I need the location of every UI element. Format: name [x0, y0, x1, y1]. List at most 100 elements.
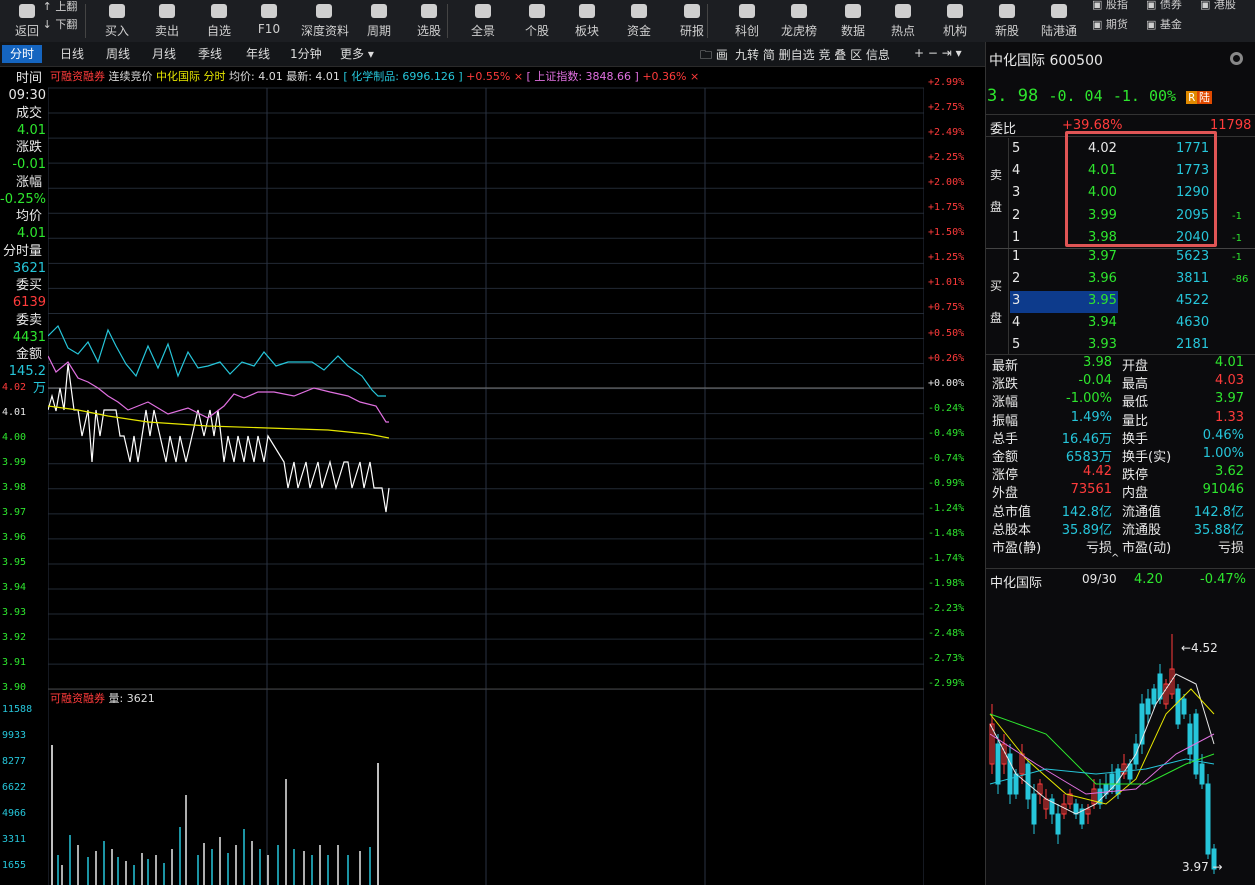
toolbar-building-button[interactable]: 机构: [932, 0, 978, 42]
toolbar-grid-button[interactable]: 全景: [460, 0, 506, 42]
page-down-button[interactable]: ↓ 下翻: [38, 18, 82, 38]
percent-tick: -1.24%: [928, 502, 965, 514]
toolbar-bar-chart-button[interactable]: 龙虎榜: [776, 0, 822, 42]
toolbar-label: 陆港通: [1040, 24, 1077, 38]
stat-value: 1.49%: [1070, 409, 1112, 425]
toolbar-label: 深度资料: [301, 24, 350, 38]
toolbar-filter-button[interactable]: 选股: [406, 0, 452, 42]
mini-high-label: ←4.52: [1181, 641, 1218, 655]
stat-label: 开盘: [1122, 359, 1149, 374]
level-index: 3: [1012, 185, 1021, 201]
grid-icon: [475, 4, 491, 18]
toolbar-hk-connect-button[interactable]: 陆港通: [1036, 0, 1082, 42]
buy-level-1[interactable]: 1 3.97 5623 -1: [986, 247, 1255, 269]
market-3-button[interactable]: ▣ 期货: [1092, 16, 1128, 34]
toolbar-yen-button[interactable]: 资金: [616, 0, 662, 42]
tab-period-3[interactable]: 月线: [144, 45, 184, 63]
candle-body: [1073, 803, 1079, 815]
candle-icon: [529, 4, 545, 18]
buy-level-2[interactable]: 2 3.96 3811 -86: [986, 269, 1255, 291]
chart-tools-bar[interactable]: 九转 简 删自选 竞 叠 区 信息: [735, 46, 890, 63]
stat-label: 跌停: [1122, 468, 1149, 484]
sell-icon: [159, 4, 175, 18]
stat-label: 市盈(静): [992, 541, 1042, 556]
buy-level-4[interactable]: 4 3.94 4630: [986, 313, 1255, 335]
stat-value: 91046: [1202, 482, 1244, 498]
market-4-button[interactable]: ▣ 基金: [1146, 16, 1182, 34]
percent-tick: -1.48%: [928, 527, 965, 539]
hk-connect-icon: [1051, 4, 1067, 18]
volume-tick: 11588: [2, 704, 33, 715]
tab-period-1[interactable]: 日线: [52, 45, 92, 63]
toolbar-star-button[interactable]: 自选: [196, 0, 242, 42]
stat-value: 3.97: [1215, 391, 1244, 407]
toolbar-layers-button[interactable]: 板块: [564, 0, 610, 42]
toolbar-divider: [447, 4, 448, 38]
innovation-icon: [739, 4, 755, 18]
stat-value: 4.03: [1215, 373, 1244, 389]
stat-label: 总手: [992, 431, 1019, 447]
level-volume: 4630: [1176, 315, 1210, 330]
stat-value: 4.01: [1215, 355, 1244, 370]
level-index: 5: [1012, 337, 1021, 352]
drawing-tools-label[interactable]: 🗀 画: [700, 46, 728, 67]
tab-period-7[interactable]: 更多 ▾: [332, 45, 382, 63]
stat-value: 73561: [1070, 482, 1112, 498]
tab-period-2[interactable]: 周线: [98, 45, 138, 63]
chart-header: 可融资融券 连续竞价 中化国际 分时 均价: 4.01 最新: 4.01 [ 化…: [50, 69, 699, 83]
order-book-divider: [1008, 138, 1009, 354]
f10-icon: [261, 4, 277, 18]
percent-tick: +0.26%: [928, 352, 965, 364]
toolbar-sell-button[interactable]: 卖出: [144, 0, 190, 42]
percent-tick: +0.00%: [928, 377, 965, 389]
toolbar-label: 数据: [840, 24, 865, 38]
level-price: 3.93: [1088, 337, 1117, 352]
market-2-button[interactable]: ▣ 港股: [1200, 0, 1236, 14]
market-1-button[interactable]: ▣ 债券: [1146, 0, 1182, 14]
crosshair-info-panel: 时间 09:30 成交 4.01 涨跌 -0.01 涨幅 -0.25% 均价 4.01 分时量 362…: [0, 66, 48, 871]
page-up-button[interactable]: ↑ 上翻: [38, 0, 82, 20]
info-label: 均价: [15, 209, 42, 224]
toolbar-innovation-button[interactable]: 科创: [724, 0, 770, 42]
toolbar-trend-button[interactable]: 数据: [830, 0, 876, 42]
candle-body: [1151, 688, 1157, 705]
collapse-caret-icon[interactable]: ^: [1111, 553, 1119, 564]
intraday-chart[interactable]: 可融资融券 连续竞价 中化国际 分时 均价: 4.01 最新: 4.01 [ 化…: [48, 66, 924, 885]
toolbar-report-button[interactable]: 研报: [669, 0, 715, 42]
candle-body: [1031, 793, 1037, 825]
toolbar-ipo-button[interactable]: 新股: [984, 0, 1030, 42]
toolbar-clock-button[interactable]: 周期: [356, 0, 402, 42]
daily-kline-mini-chart[interactable]: ←4.52 3.97 →: [986, 594, 1254, 879]
tab-period-6[interactable]: 1分钟: [282, 45, 330, 63]
toolbar-candle-button[interactable]: 个股: [514, 0, 560, 42]
tab-period-5[interactable]: 年线: [238, 45, 278, 63]
market-0-button[interactable]: ▣ 股指: [1092, 0, 1128, 14]
toolbar-label: 卖出: [154, 24, 179, 38]
price-tick: 3.92: [2, 632, 27, 643]
stat-value: 16.46万: [1061, 431, 1112, 447]
buy-level-3[interactable]: 3 3.95 4522: [986, 291, 1255, 313]
mini-chart-date: 09/30: [1082, 572, 1117, 586]
mini-chart-pct: -0.47%: [1200, 572, 1246, 587]
zoom-controls[interactable]: + − ⇥ ▾: [914, 46, 962, 60]
quote-panel: 中化国际 600500 3. 98 -0. 04 -1. 00% R陆 委比 +…: [985, 42, 1255, 885]
settings-gear-icon[interactable]: [1230, 52, 1243, 65]
stat-label: 换手(实): [1122, 450, 1172, 465]
toolbar-fire-button[interactable]: 热点: [880, 0, 926, 42]
tab-period-4[interactable]: 季线: [190, 45, 230, 63]
toolbar-document-button[interactable]: 深度资料: [301, 0, 350, 42]
price-tick: 3.97: [2, 507, 27, 518]
level-index: 2: [1012, 271, 1021, 286]
level-index: 1: [1012, 229, 1021, 245]
volume-tick: 1655: [2, 860, 27, 871]
toolbar-f10-button[interactable]: F10: [246, 0, 292, 42]
tab-period-0[interactable]: 分时: [2, 45, 43, 63]
toolbar-buy-button[interactable]: 买入: [94, 0, 140, 42]
stat-value: 3.98: [1083, 355, 1112, 370]
stat-label: 金额: [992, 450, 1019, 465]
percent-tick: -0.99%: [928, 477, 965, 489]
percent-tick: +2.75%: [928, 102, 965, 114]
price-tick: 4.01: [2, 407, 27, 418]
volume-tick: 8277: [2, 756, 27, 767]
toolbar-label: F10: [257, 22, 281, 36]
